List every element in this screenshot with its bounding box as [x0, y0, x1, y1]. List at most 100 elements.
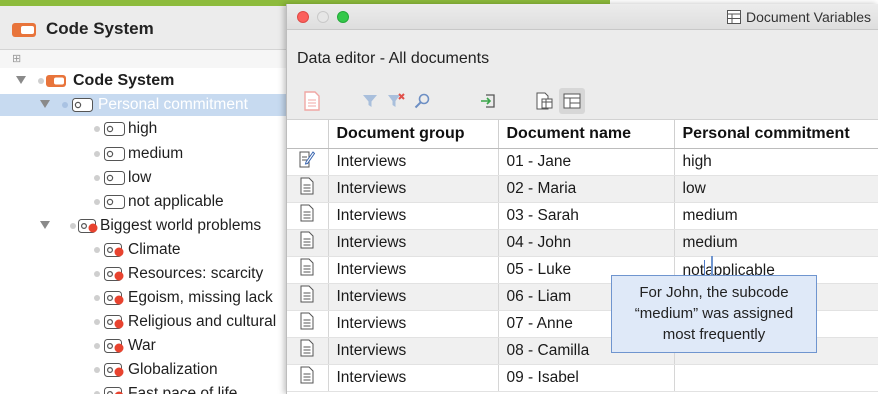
code-system-icon: [46, 74, 66, 88]
table-row[interactable]: Interviews 09 - Isabel: [287, 364, 878, 392]
status-dot-icon: [94, 247, 100, 253]
code-icon: [104, 315, 124, 329]
tree-item-label: Religious and cultural: [128, 313, 277, 330]
code-icon: [104, 267, 124, 281]
column-header-document-name[interactable]: Document name: [498, 120, 675, 149]
tree-item-low[interactable]: low: [0, 167, 292, 189]
cell-document-name[interactable]: 02 - Maria: [498, 175, 675, 203]
tree-item-egoism[interactable]: Egoism, missing lack: [0, 287, 292, 309]
callout-line-1: For John, the subcode: [639, 284, 789, 301]
document-icon[interactable]: [287, 337, 329, 365]
tree-item-not-applicable[interactable]: not applicable: [0, 191, 292, 213]
tree-item-globalization[interactable]: Globalization: [0, 359, 292, 381]
window-title-text: Document Variables: [745, 9, 871, 25]
column-header-icon[interactable]: [287, 120, 329, 149]
table-row[interactable]: Interviews 04 - John medium: [287, 229, 878, 257]
status-dot-icon: [70, 223, 76, 229]
column-header-personal-commitment[interactable]: Personal commitment: [674, 120, 878, 149]
status-dot-icon: [94, 271, 100, 277]
tree-item-personal-commitment[interactable]: Personal commitment: [0, 94, 292, 116]
cell-document-name[interactable]: 09 - Isabel: [498, 364, 675, 392]
clear-filter-icon[interactable]: [383, 88, 409, 114]
code-icon: [104, 363, 124, 377]
tree-item-label: not applicable: [128, 193, 224, 210]
code-icon: [104, 171, 125, 185]
cell-document-name[interactable]: 03 - Sarah: [498, 202, 675, 230]
document-icon[interactable]: [287, 202, 329, 230]
tree-item-fast-pace-of-life[interactable]: Fast pace of life: [0, 383, 292, 394]
callout-line-3: most frequently: [662, 326, 766, 343]
document-icon[interactable]: [287, 229, 329, 257]
expand-triangle-icon[interactable]: [40, 221, 50, 229]
cell-personal-commitment[interactable]: high: [674, 148, 878, 176]
document-icon[interactable]: [287, 310, 329, 338]
document-variables-icon: [726, 10, 741, 27]
window-title: Document Variables: [726, 9, 871, 27]
expand-triangle-icon[interactable]: [40, 100, 50, 108]
code-system-title: Code System: [46, 19, 154, 38]
cell-document-group[interactable]: Interviews: [328, 310, 499, 338]
tree-item-root[interactable]: Code System: [0, 70, 292, 92]
tree-item-war[interactable]: War: [0, 335, 292, 357]
tree-item-religious-cultural[interactable]: Religious and cultural: [0, 311, 292, 333]
cell-document-name[interactable]: 04 - John: [498, 229, 675, 257]
cell-document-group[interactable]: Interviews: [328, 256, 499, 284]
code-icon: [104, 387, 124, 394]
tree-item-label: Biggest world problems: [100, 217, 262, 234]
code-icon: [104, 122, 125, 136]
cell-document-group[interactable]: Interviews: [328, 283, 499, 311]
editor-toolbar: [287, 82, 878, 120]
editor-title: Data editor - All documents: [297, 50, 490, 67]
cell-document-group[interactable]: Interviews: [328, 175, 499, 203]
status-dot-icon: [94, 343, 100, 349]
document-variables-view-icon[interactable]: [531, 88, 557, 114]
tree-item-high[interactable]: high: [0, 118, 292, 140]
tree-item-medium[interactable]: medium: [0, 143, 292, 165]
editor-subheader: Data editor - All documents: [287, 30, 878, 82]
data-view-icon[interactable]: [559, 88, 585, 114]
tree-item-label: Code System: [73, 72, 175, 89]
column-header-document-group[interactable]: Document group: [328, 120, 499, 149]
cell-personal-commitment[interactable]: low: [674, 175, 878, 203]
expand-triangle-icon[interactable]: [16, 76, 26, 84]
code-icon: [104, 339, 124, 353]
document-icon[interactable]: [287, 256, 329, 284]
cell-document-group[interactable]: Interviews: [328, 229, 499, 257]
edit-document-icon[interactable]: [287, 148, 329, 176]
code-system-header: Code System: [0, 6, 292, 50]
cell-personal-commitment[interactable]: medium: [674, 202, 878, 230]
document-icon[interactable]: [287, 364, 329, 392]
cell-personal-commitment[interactable]: [674, 364, 878, 392]
code-system-icon: [12, 21, 38, 43]
code-system-panel: Code System ⊞ Code System Personal commi…: [0, 0, 292, 394]
document-icon[interactable]: [287, 175, 329, 203]
export-icon[interactable]: [475, 88, 501, 114]
tree-item-biggest-world-problems[interactable]: Biggest world problems: [0, 215, 292, 237]
zoom-window-button[interactable]: [337, 11, 349, 23]
tree-item-label: Climate: [128, 241, 181, 258]
table-row[interactable]: Interviews 03 - Sarah medium: [287, 202, 878, 230]
filter-icon[interactable]: [357, 88, 383, 114]
table-row[interactable]: Interviews 02 - Maria low: [287, 175, 878, 203]
cell-document-group[interactable]: Interviews: [328, 364, 499, 392]
status-dot-icon: [94, 126, 100, 132]
close-window-button[interactable]: [297, 11, 309, 23]
cell-document-group[interactable]: Interviews: [328, 202, 499, 230]
tree-item-climate[interactable]: Climate: [0, 239, 292, 261]
tree-item-label: Globalization: [128, 361, 218, 378]
document-icon[interactable]: [287, 283, 329, 311]
collapse-icon[interactable]: ⊞: [12, 52, 21, 65]
status-dot-icon: [38, 78, 44, 84]
cell-document-name[interactable]: 01 - Jane: [498, 148, 675, 176]
callout-pointer: [711, 256, 713, 276]
search-icon[interactable]: [409, 88, 435, 114]
cell-personal-commitment[interactable]: medium: [674, 229, 878, 257]
code-icon: [104, 291, 124, 305]
cell-document-group[interactable]: Interviews: [328, 337, 499, 365]
cell-document-group[interactable]: Interviews: [328, 148, 499, 176]
minimize-window-button[interactable]: [317, 11, 329, 23]
tree-item-resources-scarcity[interactable]: Resources: scarcity: [0, 263, 292, 285]
new-document-icon[interactable]: [299, 88, 325, 114]
tree-item-label: medium: [128, 145, 184, 162]
table-row[interactable]: Interviews 01 - Jane high: [287, 148, 878, 176]
